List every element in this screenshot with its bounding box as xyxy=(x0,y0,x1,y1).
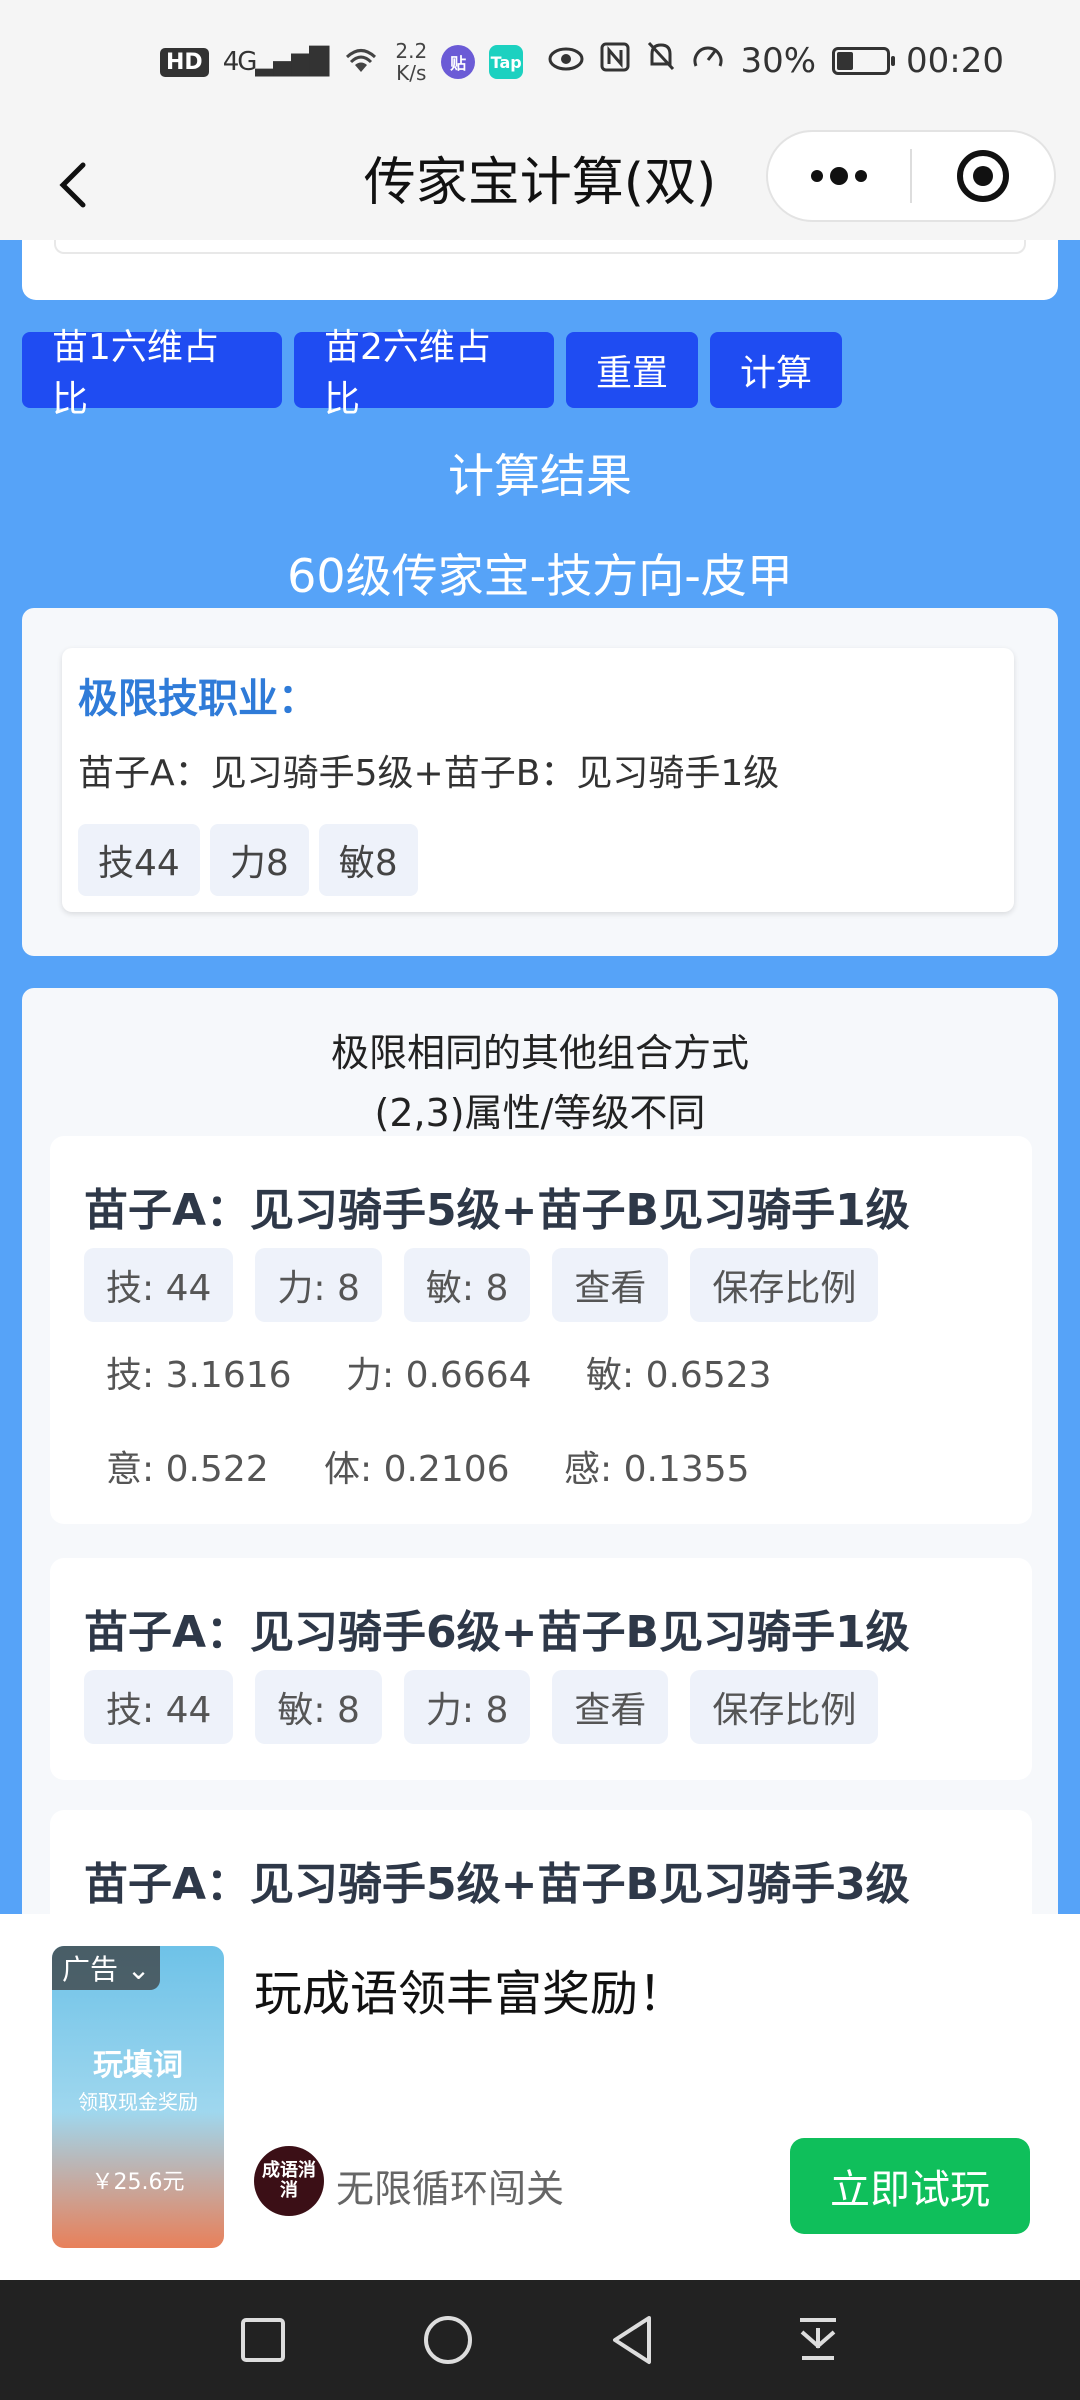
result-subtitle: 60级传家宝-技方向-皮甲 xyxy=(287,549,793,603)
battery-fill xyxy=(837,51,853,70)
stat-tag: 敏8 xyxy=(318,824,418,896)
stat-tag: 技: 44 xyxy=(84,1248,234,1322)
clock: 00:20 xyxy=(906,40,1004,81)
square-icon xyxy=(240,2318,285,2362)
network-type: 4G xyxy=(222,47,258,77)
close-miniprogram-button[interactable] xyxy=(912,130,1054,222)
ratio-value: 力: 0.6664 xyxy=(346,1355,532,1396)
result-title: 计算结果 xyxy=(448,449,632,503)
other-combos-subtitle: (2,3)属性/等级不同 xyxy=(374,1091,706,1135)
battery-percent: 30% xyxy=(740,40,817,81)
try-now-button[interactable]: 立即试玩 xyxy=(790,2138,1030,2234)
combo-card: 苗子A：见习骑手6级+苗子B见习骑手1级 技: 44 敏: 8 力: 8 查看 … xyxy=(50,1558,1032,1780)
notification-pulldown-button[interactable] xyxy=(778,2300,858,2380)
mute-bell-icon xyxy=(646,40,676,81)
ratio-row: 意: 0.522 体: 0.2106 感: 0.1355 xyxy=(106,1440,804,1492)
ad-app-logo: 成语消消 xyxy=(254,2146,324,2216)
calculate-button[interactable]: 计算 xyxy=(710,332,842,408)
more-button[interactable] xyxy=(768,130,910,222)
ratio-value: 技: 3.1616 xyxy=(106,1355,292,1396)
battery-icon xyxy=(832,46,896,75)
ratio-row: 技: 3.1616 力: 0.6664 敏: 0.6523 xyxy=(106,1346,826,1398)
action-buttons: 苗1六维占比 苗2六维占比 重置 计算 xyxy=(22,327,842,420)
input-card xyxy=(22,240,1058,300)
target-circle-icon xyxy=(956,150,1009,202)
recent-apps-button[interactable] xyxy=(223,2300,303,2380)
combo-card: 苗子A：见习骑手5级+苗子B见习骑手3级 xyxy=(50,1810,1032,1920)
stat-tag: 力: 8 xyxy=(255,1248,382,1322)
combo-tags: 技: 44 力: 8 敏: 8 查看 保存比例 xyxy=(84,1248,879,1322)
stat-tag: 力: 8 xyxy=(403,1670,531,1744)
seedling2-ratio-button[interactable]: 苗2六维占比 xyxy=(294,327,554,420)
combo-title: 苗子A：见习骑手5级+苗子B见习骑手1级 xyxy=(84,1185,910,1236)
status-left: HD 4G▂▄▆█ 2.2 K/s 贴 Tap xyxy=(160,40,524,84)
main-content: 苗1六维占比 苗2六维占比 重置 计算 计算结果 60级传家宝-技方向-皮甲 极… xyxy=(0,240,1080,1920)
save-ratio-button[interactable]: 保存比例 xyxy=(690,1248,879,1322)
ratio-value: 意: 0.522 xyxy=(106,1449,269,1490)
ad-title: 玩成语领丰富奖励！ xyxy=(254,1966,687,2022)
net-speed-unit: K/s xyxy=(396,61,427,85)
hd-badge: HD xyxy=(160,47,209,77)
taptap-app-icon: Tap xyxy=(489,45,524,79)
mini-program-capsule xyxy=(766,130,1056,222)
view-button[interactable]: 查看 xyxy=(552,1248,669,1322)
net-speed-value: 2.2 xyxy=(395,39,428,63)
limit-tags: 技44 力8 敏8 xyxy=(78,824,418,896)
ad-thumb-title: 玩填词 xyxy=(93,2048,183,2083)
input-card-field xyxy=(54,240,1026,254)
circle-icon xyxy=(423,2316,472,2364)
triangle-back-icon xyxy=(612,2316,651,2364)
signal-icon: 4G▂▄▆█ xyxy=(222,47,330,77)
status-right: 30% 00:20 xyxy=(548,40,1004,81)
other-combos-panel: 极限相同的其他组合方式 (2,3)属性/等级不同 苗子A：见习骑手5级+苗子B见… xyxy=(22,988,1058,1920)
ratio-value: 敏: 0.6523 xyxy=(586,1355,772,1396)
limit-panel: 极限技职业： 苗子A：见习骑手5级+苗子B：见习骑手1级 技44 力8 敏8 xyxy=(22,608,1058,956)
pulldown-icon xyxy=(799,2318,836,2360)
ad-label-text: 广告 xyxy=(62,1953,119,1986)
more-dots-icon xyxy=(811,167,867,185)
stat-tag: 敏: 8 xyxy=(255,1670,382,1744)
ad-thumb-amount: ￥25.6元 xyxy=(91,2170,185,2195)
stat-tag: 技44 xyxy=(78,824,200,896)
combo-title: 苗子A：见习骑手6级+苗子B见习骑手1级 xyxy=(84,1607,910,1658)
home-button[interactable] xyxy=(408,2300,488,2380)
ad-label[interactable]: 广告 ⌄ xyxy=(52,1946,161,1990)
limit-heading: 极限技职业： xyxy=(78,676,318,722)
eye-icon xyxy=(548,41,584,81)
ad-thumbnail[interactable]: 广告 ⌄ 玩填词 领取现金奖励 ￥25.6元 xyxy=(52,1946,224,2248)
ad-banner[interactable]: 广告 ⌄ 玩填词 领取现金奖励 ￥25.6元 玩成语领丰富奖励！ 成语消消 无限… xyxy=(0,1914,1080,2280)
save-ratio-button[interactable]: 保存比例 xyxy=(690,1670,879,1744)
battery-saver-icon xyxy=(692,41,724,81)
seedling1-ratio-button[interactable]: 苗1六维占比 xyxy=(22,327,282,420)
limit-card: 极限技职业： 苗子A：见习骑手5级+苗子B：见习骑手1级 技44 力8 敏8 xyxy=(62,648,1014,912)
view-button[interactable]: 查看 xyxy=(552,1670,669,1744)
stat-tag: 力8 xyxy=(209,824,309,896)
wifi-icon xyxy=(341,44,381,81)
combo-tags: 技: 44 敏: 8 力: 8 查看 保存比例 xyxy=(84,1670,879,1744)
limit-description: 苗子A：见习骑手5级+苗子B：见习骑手1级 xyxy=(78,753,780,794)
stat-tag: 技: 44 xyxy=(84,1670,234,1744)
nfc-icon xyxy=(600,41,630,81)
ratio-value: 感: 0.1355 xyxy=(564,1449,750,1490)
back-nav-button[interactable] xyxy=(593,2300,673,2380)
ad-app-name: 无限循环闯关 xyxy=(336,2167,565,2211)
stat-tag: 敏: 8 xyxy=(403,1248,531,1322)
ad-thumb-subtitle: 领取现金奖励 xyxy=(78,2090,198,2114)
combo-card: 苗子A：见习骑手5级+苗子B见习骑手1级 技: 44 力: 8 敏: 8 查看 … xyxy=(50,1136,1032,1524)
tieba-app-icon: 贴 xyxy=(441,45,476,79)
net-speed: 2.2 K/s xyxy=(395,40,427,84)
status-bar: HD 4G▂▄▆█ 2.2 K/s 贴 Tap 30% 00:20 xyxy=(0,0,1080,130)
system-nav-bar xyxy=(0,2280,1080,2400)
combo-title: 苗子A：见习骑手5级+苗子B见习骑手3级 xyxy=(84,1859,910,1910)
reset-button[interactable]: 重置 xyxy=(566,332,698,408)
ratio-value: 体: 0.2106 xyxy=(324,1449,510,1490)
other-combos-title: 极限相同的其他组合方式 xyxy=(330,1031,749,1075)
nav-bar: 传家宝计算(双) xyxy=(0,130,1080,240)
